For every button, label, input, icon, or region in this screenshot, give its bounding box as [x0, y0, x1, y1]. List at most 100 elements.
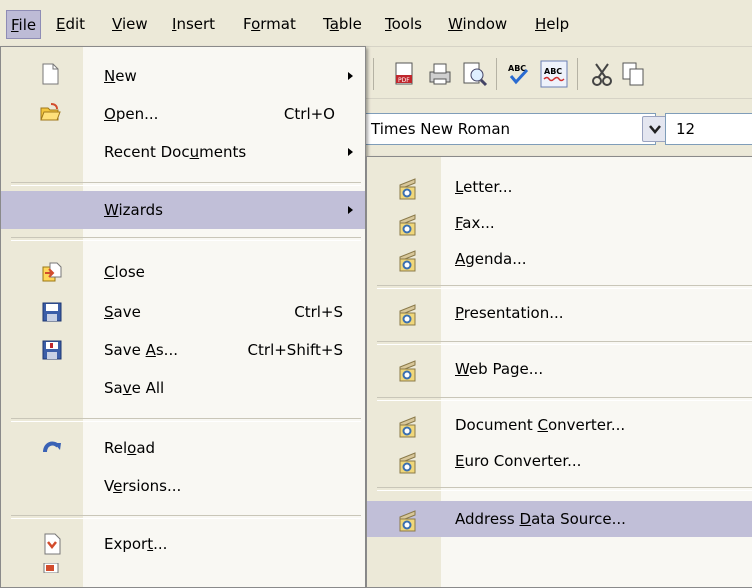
menu-item-shortcut: Ctrl+O	[283, 105, 335, 123]
submenu-arrow-icon	[348, 72, 353, 80]
wizard-item-document-converter[interactable]: Document Converter...	[367, 407, 752, 443]
menu-item-label: Versions...	[104, 477, 182, 495]
menu-view[interactable]: View	[108, 10, 152, 38]
menu-item-label: Recent Documents	[104, 143, 247, 161]
menu-insert-label: Insert	[172, 15, 216, 33]
menu-item-label: Open...	[104, 105, 159, 123]
reload-icon	[43, 441, 61, 453]
menu-separator	[377, 285, 752, 289]
wizards-submenu: Letter... Fax... Agenda... Presentation.…	[366, 156, 752, 588]
svg-text:ABC: ABC	[544, 67, 562, 76]
menu-item-label: Wizards	[104, 201, 163, 219]
menu-help[interactable]: Help	[531, 10, 573, 38]
export-pdf-icon	[43, 563, 59, 573]
export-pdf-icon[interactable]: PDF	[390, 60, 418, 88]
export-icon	[44, 533, 61, 555]
spellcheck-icon[interactable]: ABC	[505, 60, 533, 88]
page-preview-icon[interactable]	[460, 60, 488, 88]
wizard-icon	[399, 416, 416, 438]
font-name-value: Times New Roman	[371, 120, 511, 138]
print-icon[interactable]	[426, 60, 454, 88]
menu-file[interactable]: File	[6, 10, 42, 39]
menu-item-label: Export...	[104, 535, 168, 553]
wizard-item-euro-converter[interactable]: Euro Converter...	[367, 443, 752, 479]
menu-item-save-all[interactable]: Save All	[1, 369, 365, 407]
menu-item-versions[interactable]: Versions...	[1, 467, 365, 505]
menu-separator	[11, 182, 361, 186]
menu-separator	[377, 341, 752, 345]
menu-item-label: Close	[104, 263, 145, 281]
menu-help-label: Help	[535, 15, 570, 33]
menu-insert[interactable]: Insert	[168, 10, 219, 38]
wizard-icon	[399, 214, 416, 236]
wizard-icon	[399, 510, 416, 532]
menu-item-save[interactable]: Save Ctrl+S	[1, 293, 365, 331]
wizard-icon	[399, 360, 416, 382]
menu-item-save-as[interactable]: Save As... Ctrl+Shift+S	[1, 331, 365, 369]
autospellcheck-icon[interactable]: ABC	[540, 60, 568, 88]
font-name-combobox[interactable]: Times New Roman	[364, 113, 656, 145]
wizard-icon	[399, 452, 416, 474]
menu-table-label: Table	[323, 15, 362, 33]
font-size-combobox[interactable]: 12	[665, 113, 752, 145]
menu-window-label: Window	[448, 15, 508, 33]
menu-format[interactable]: Format	[239, 10, 300, 38]
menu-item-label: Agenda...	[455, 250, 527, 268]
menu-item-label: Address Data Source...	[455, 510, 626, 528]
menu-item-label: New	[104, 67, 137, 85]
menu-item-label: Reload	[104, 439, 156, 457]
save-icon	[42, 302, 62, 322]
menu-tools-label: Tools	[385, 15, 422, 33]
menu-item-wizards[interactable]: Wizards	[1, 191, 365, 229]
menu-separator	[11, 418, 361, 422]
menu-item-label: Fax...	[455, 214, 495, 232]
chevron-down-icon	[649, 125, 661, 134]
menu-item-label: Document Converter...	[455, 416, 626, 434]
menu-view-label: View	[112, 15, 148, 33]
toolbar-separator	[373, 58, 374, 90]
menu-item-export[interactable]: Export...	[1, 525, 365, 563]
menu-item-recent-documents[interactable]: Recent Documents	[1, 133, 365, 171]
wizard-item-web-page[interactable]: Web Page...	[367, 351, 752, 387]
menu-format-label: Format	[243, 15, 296, 33]
open-folder-icon	[40, 103, 61, 121]
menu-separator	[11, 237, 361, 241]
save-as-icon	[42, 340, 62, 360]
menu-item-reload[interactable]: Reload	[1, 429, 365, 467]
menu-item-label: Web Page...	[455, 360, 544, 378]
menu-item-label: Euro Converter...	[455, 452, 582, 470]
menu-item-shortcut: Ctrl+S	[294, 303, 343, 321]
wizard-item-letter[interactable]: Letter...	[367, 169, 752, 205]
wizard-item-agenda[interactable]: Agenda...	[367, 241, 752, 277]
menu-item-label: Save All	[104, 379, 165, 397]
wizard-icon	[399, 178, 416, 200]
menu-bar: File Edit View Insert Format Table Tools…	[0, 0, 752, 46]
submenu-arrow-icon	[348, 206, 353, 214]
menu-item-close[interactable]: Close	[1, 253, 365, 291]
wizard-icon	[399, 250, 416, 272]
menu-table[interactable]: Table	[319, 10, 366, 38]
close-document-icon	[42, 262, 62, 282]
wizard-item-fax[interactable]: Fax...	[367, 205, 752, 241]
copy-icon[interactable]	[620, 60, 648, 88]
cut-icon[interactable]	[588, 60, 616, 88]
menu-separator	[11, 515, 361, 519]
menu-item-new[interactable]: New	[1, 57, 365, 95]
menu-separator	[377, 487, 752, 491]
menu-edit-label: Edit	[56, 15, 86, 33]
menu-item-shortcut: Ctrl+Shift+S	[247, 341, 343, 359]
menu-file-accesskey: F	[11, 16, 19, 34]
submenu-arrow-icon	[348, 148, 353, 156]
wizard-item-presentation[interactable]: Presentation...	[367, 295, 752, 331]
new-document-icon	[42, 63, 59, 85]
toolbar-separator	[577, 58, 578, 90]
menu-edit[interactable]: Edit	[52, 10, 89, 38]
svg-text:PDF: PDF	[398, 77, 410, 84]
menu-separator	[377, 397, 752, 401]
wizard-item-address-data-source[interactable]: Address Data Source...	[367, 501, 752, 537]
menu-window[interactable]: Window	[444, 10, 511, 38]
menu-tools[interactable]: Tools	[381, 10, 426, 38]
menu-file-rest: ile	[18, 16, 37, 34]
wizard-icon	[399, 304, 416, 326]
menu-item-open[interactable]: Open... Ctrl+O	[1, 95, 365, 133]
